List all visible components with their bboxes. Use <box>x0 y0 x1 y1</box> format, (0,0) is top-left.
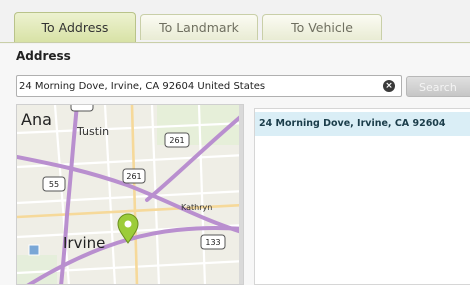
route-shield-55: 55 <box>42 176 66 192</box>
svg-text:261: 261 <box>126 172 141 181</box>
tab-to-landmark[interactable]: To Landmark <box>140 14 258 40</box>
map-canvas: 261 261 55 133 Ana Tustin Kathryn Irvine <box>17 105 243 284</box>
svg-text:261: 261 <box>169 136 184 145</box>
map-label-kathryn: Kathryn <box>181 203 212 212</box>
map-label-irvine: Irvine <box>63 234 105 252</box>
route-shield-133: 133 <box>200 234 226 250</box>
tab-divider <box>0 42 470 43</box>
route-panel: To Address To Landmark To Vehicle Addres… <box>0 0 470 285</box>
address-label: Address <box>16 49 71 63</box>
result-item[interactable]: 24 Morning Dove, Irvine, CA 92604 <box>255 112 470 136</box>
search-button[interactable]: Search <box>406 76 470 97</box>
address-field[interactable]: × <box>16 75 402 97</box>
svg-text:55: 55 <box>49 180 59 189</box>
clear-input-icon[interactable]: × <box>383 80 395 92</box>
route-shield-261-mid: 261 <box>122 168 146 184</box>
address-input[interactable] <box>19 77 374 95</box>
route-shield-261-top: 261 <box>164 132 190 148</box>
tab-to-vehicle[interactable]: To Vehicle <box>262 14 382 40</box>
results-list: 24 Morning Dove, Irvine, CA 92604 <box>254 108 470 285</box>
route-shield-partial <box>70 105 94 112</box>
tab-to-address[interactable]: To Address <box>14 12 136 42</box>
tab-strip: To Address To Landmark To Vehicle <box>0 0 470 44</box>
map-view[interactable]: 261 261 55 133 Ana Tustin Kathryn Irvine <box>16 104 244 285</box>
map-label-tustin: Tustin <box>76 125 109 138</box>
svg-text:133: 133 <box>205 238 220 247</box>
map-label-ana: Ana <box>21 110 52 129</box>
